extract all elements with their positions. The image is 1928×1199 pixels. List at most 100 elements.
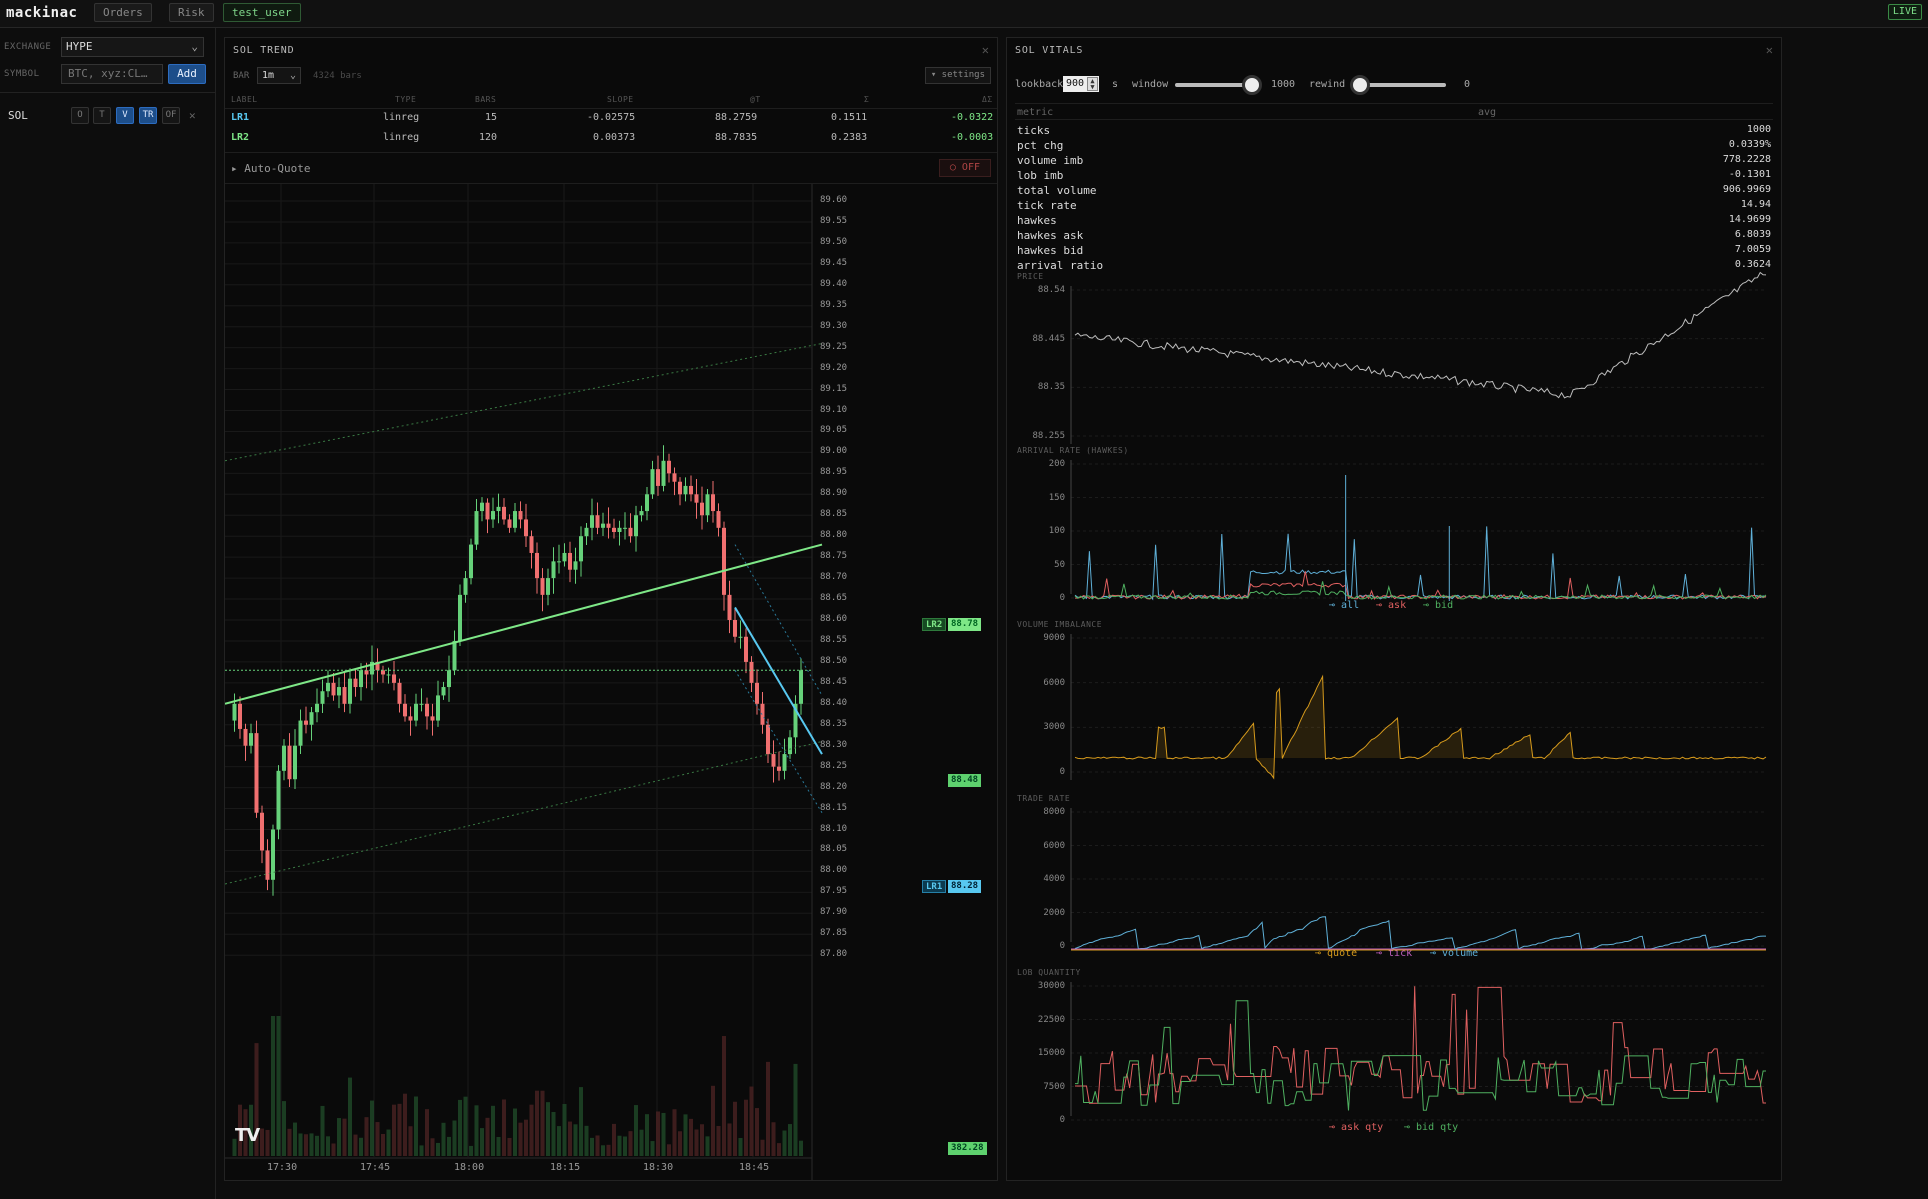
candle-body (716, 511, 721, 528)
volume-bar (529, 1104, 534, 1156)
last-price-tag: 88.48 (948, 774, 982, 787)
candlestick-chart[interactable] (225, 184, 997, 1180)
row-bars: 120 (479, 132, 498, 143)
candle-body (535, 552, 539, 579)
user-badge[interactable]: test_user (223, 3, 301, 22)
volume-bar (518, 1122, 523, 1156)
sidebar: EXCHANGE HYPE ⌄ SYMBOL BTC, xyz:CL… Add S… (0, 28, 216, 1199)
volume-bar (348, 1077, 352, 1156)
candle-body (557, 561, 561, 563)
candle-body (727, 594, 732, 620)
close-icon[interactable]: ✕ (982, 43, 989, 57)
row-label: LR1 (231, 112, 250, 123)
price-tick: 89.45 (820, 257, 848, 268)
lr1-lower-band (734, 670, 823, 814)
y-tick: 0 (1059, 593, 1065, 603)
y-tick: 6000 (1043, 840, 1065, 851)
volume-bar (403, 1093, 407, 1156)
row-at: 88.2759 (715, 112, 758, 123)
trade-volume-line (1074, 916, 1766, 951)
volume-bar (755, 1108, 759, 1156)
candle-body (650, 469, 655, 495)
volume-bar (601, 1145, 605, 1156)
col-slope: SLOPE (607, 95, 634, 104)
chart-title: PRICE (1017, 272, 1044, 281)
volume-bar (766, 1061, 770, 1156)
candle-body (342, 687, 347, 704)
volume-bar (667, 1144, 671, 1156)
price-tick: 89.00 (820, 446, 848, 457)
volume-bar (744, 1099, 748, 1156)
auto-quote-toggle[interactable]: ▸ Auto-Quote (231, 162, 310, 175)
lr1-tag-label: LR1 (922, 880, 947, 893)
volume-bar (436, 1142, 440, 1156)
volume-bar (381, 1133, 385, 1156)
volume-bar (463, 1096, 468, 1156)
arrival-all-line (1074, 526, 1767, 601)
exchange-select[interactable]: HYPE ⌄ (61, 37, 204, 57)
candle-body (304, 720, 308, 725)
bar-interval-select[interactable]: 1m ⌄ (257, 67, 301, 84)
candle-body (485, 502, 490, 520)
volume-bar (502, 1099, 506, 1156)
arrival-bid-line (1074, 581, 1767, 600)
table-row[interactable]: LR1 linreg 15 -0.02575 88.2759 0.1511 -0… (225, 110, 997, 126)
volume-bar (777, 1143, 781, 1156)
candle-body (760, 703, 765, 725)
volume-bar (480, 1128, 484, 1156)
candle-body (309, 712, 314, 725)
symbol-input[interactable]: BTC, xyz:CL… (61, 64, 163, 84)
lob-ask-line (1075, 986, 1766, 1104)
y-tick: 0 (1059, 941, 1065, 951)
candle-body (469, 544, 473, 579)
candle-body (694, 494, 699, 503)
settings-button[interactable]: ▾ settings (924, 67, 991, 84)
volume-bar (414, 1096, 418, 1156)
divider (0, 92, 215, 93)
watch-symbol[interactable]: SOL (8, 109, 28, 122)
volume-bar (606, 1144, 611, 1156)
candle-body (744, 636, 748, 662)
candle-body (612, 527, 616, 533)
candle-body (359, 670, 363, 688)
candle-body (634, 515, 638, 537)
risk-tab[interactable]: Risk (169, 3, 214, 22)
price-tick: 88.15 (820, 802, 848, 813)
legend-item: ⊸ quote (1315, 948, 1358, 959)
chip-trend[interactable]: T (93, 107, 111, 124)
candle-body (579, 536, 583, 562)
legend-item: ⊸ ask qty (1329, 1122, 1384, 1133)
chip-vitals[interactable]: V (116, 107, 134, 124)
brand-logo: mackinac (6, 5, 78, 21)
table-row[interactable]: LR2 linreg 120 0.00373 88.7835 0.2383 -0… (225, 130, 997, 146)
price-tick: 88.00 (820, 865, 848, 876)
price-tick: 88.90 (820, 488, 848, 499)
volume-bar (573, 1124, 578, 1156)
time-tick: 17:30 (267, 1162, 298, 1173)
candle-body (419, 703, 424, 705)
volume-bar (749, 1086, 754, 1156)
orders-tab[interactable]: Orders (94, 3, 152, 22)
y-tick: 150 (1048, 492, 1065, 503)
volume-bar (293, 1122, 297, 1156)
chart-title: TRADE RATE (1017, 794, 1071, 803)
y-tick: 88.54 (1037, 285, 1065, 295)
auto-quote-off-button[interactable]: ○ OFF (938, 159, 991, 177)
close-icon[interactable]: ✕ (189, 109, 196, 122)
candle-body (562, 552, 567, 562)
add-symbol-button[interactable]: Add (168, 64, 206, 84)
bars-count: 4324 bars (313, 71, 362, 81)
candle-body (293, 745, 297, 780)
volume-bar (447, 1136, 451, 1156)
legend-item: ⊸ bid qty (1404, 1122, 1459, 1133)
lr2-price-tag: 88.78 (948, 618, 982, 631)
chip-orders[interactable]: O (71, 107, 89, 124)
chip-orderflow[interactable]: OF (162, 107, 180, 124)
volume-bar (364, 1117, 369, 1156)
volume-bar (458, 1099, 462, 1156)
volume-bar (298, 1133, 303, 1156)
candle-body (326, 682, 330, 692)
candle-body (463, 578, 468, 595)
chip-trade-rate[interactable]: TR (139, 107, 157, 124)
candle-body (249, 733, 253, 746)
